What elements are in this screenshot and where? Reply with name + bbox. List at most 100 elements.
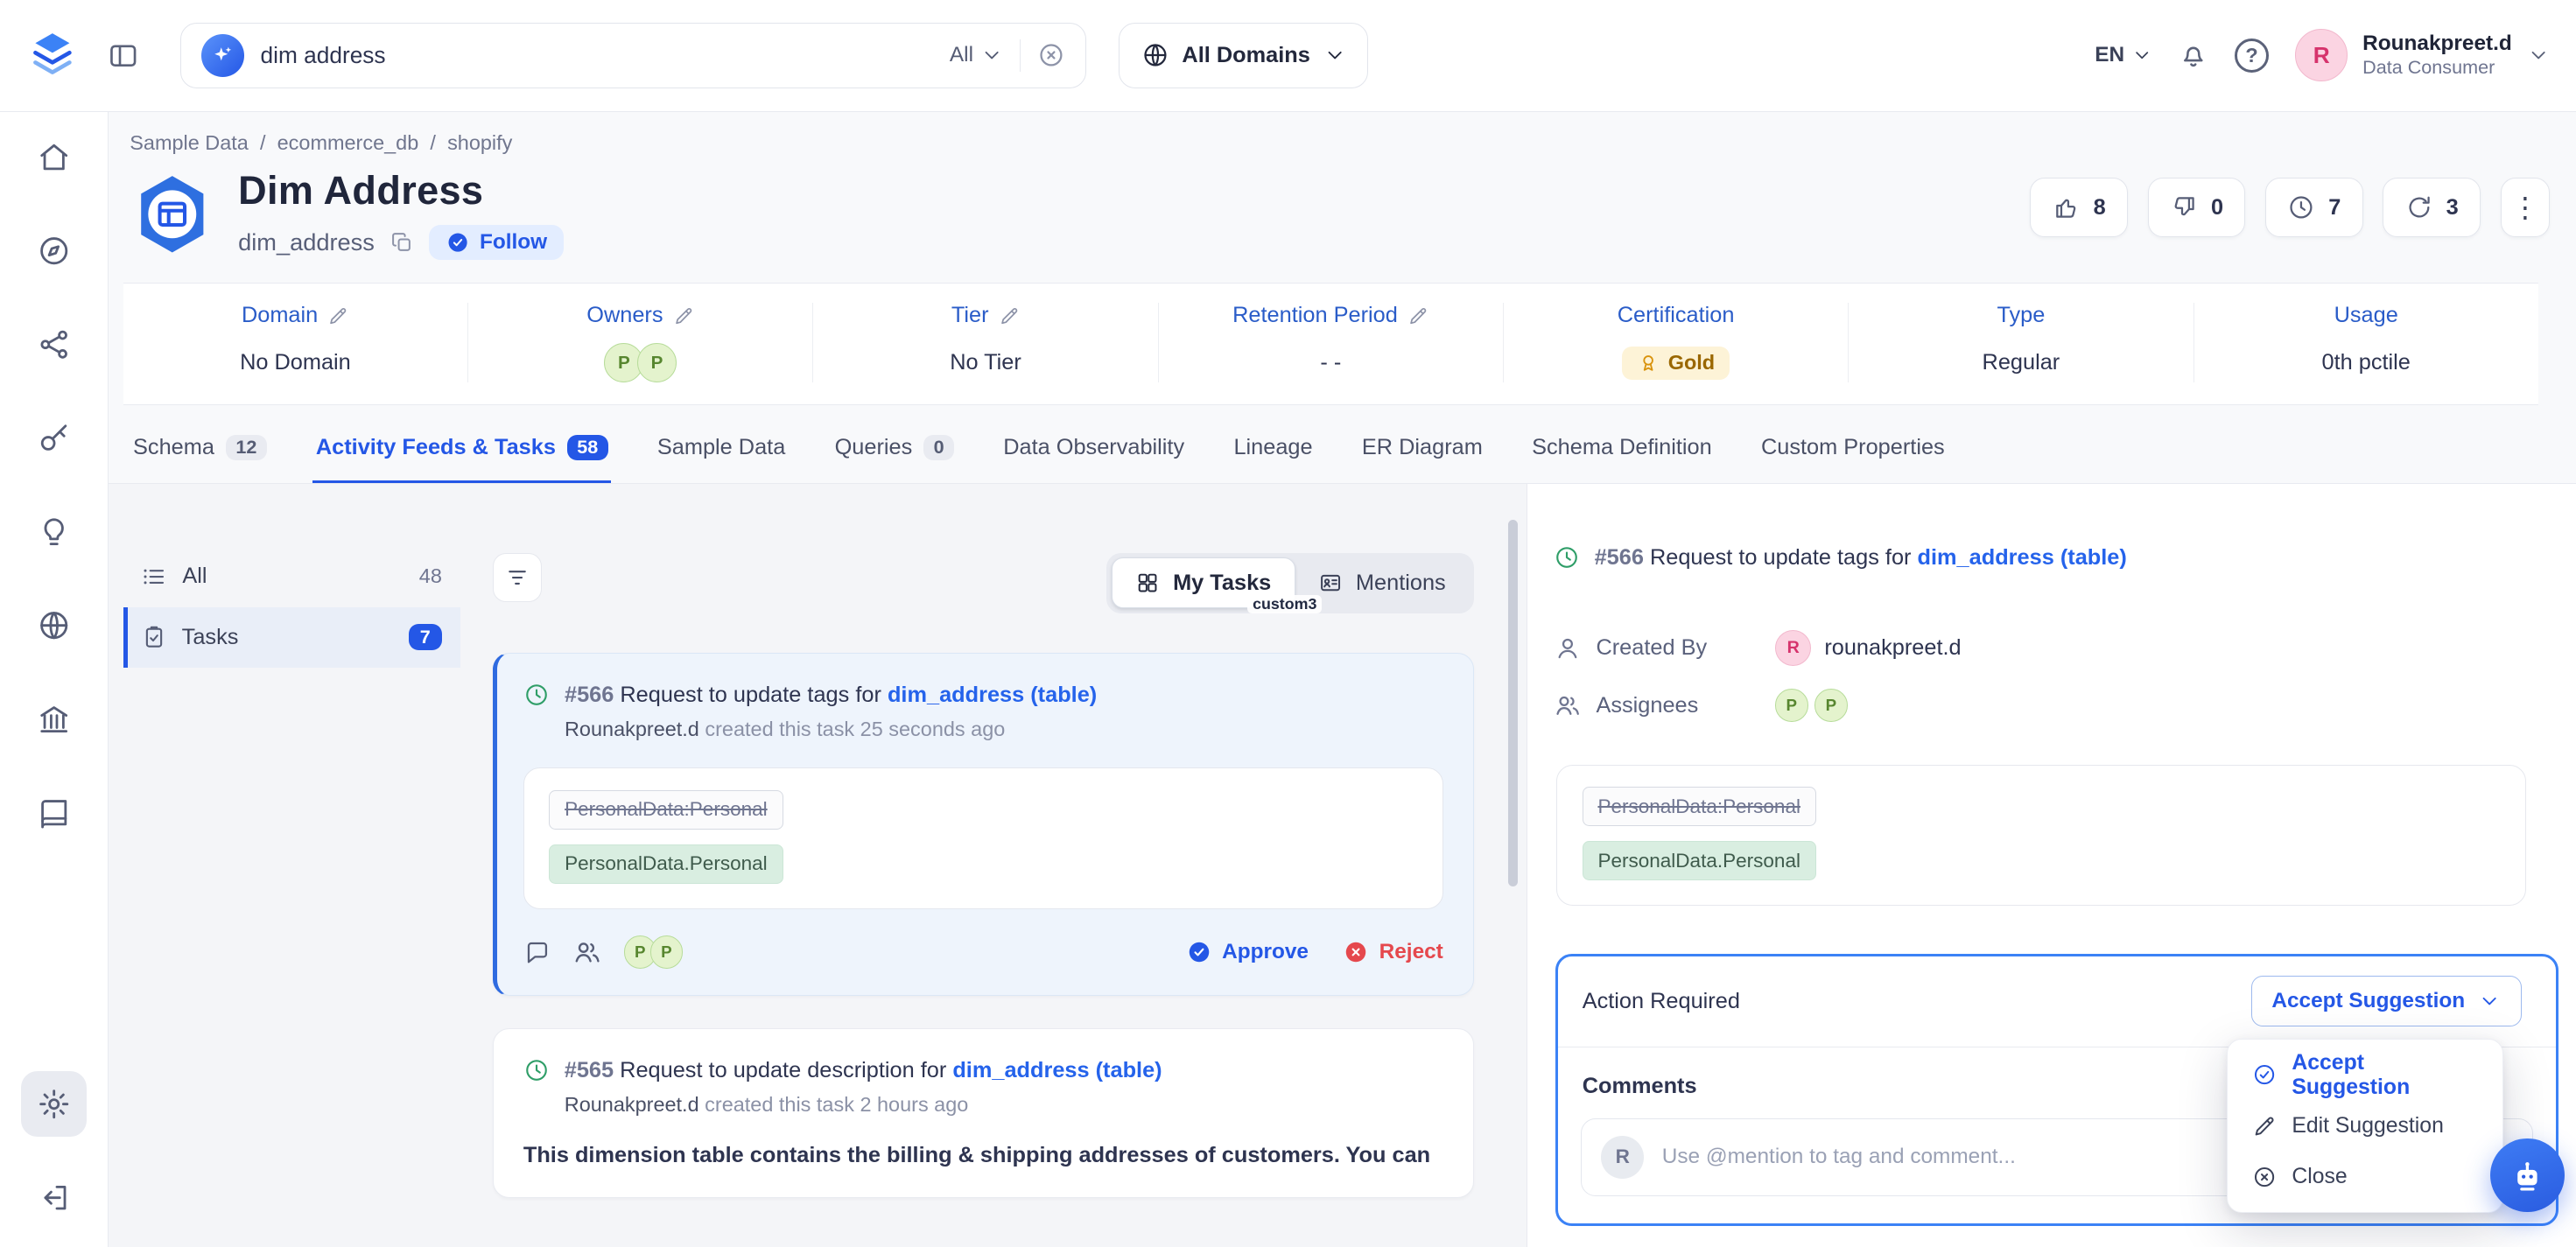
comment-icon[interactable]	[523, 938, 551, 966]
task-card-566[interactable]: #566 Request to update tags for dim_addr…	[493, 653, 1474, 995]
approve-button[interactable]: Approve	[1186, 939, 1309, 965]
nav-home-button[interactable]	[21, 125, 87, 191]
copy-name-icon[interactable]	[390, 230, 414, 255]
task-meta-text: created this task 2 hours ago	[705, 1093, 968, 1116]
nav-insights-button[interactable]	[21, 500, 87, 565]
task-asset-link[interactable]: dim_address (table)	[888, 683, 1097, 707]
created-by-row: Created By R rounakpreet.d	[1554, 630, 2537, 666]
detail-tag-change: PersonalData:Personal PersonalData.Perso…	[1556, 765, 2525, 907]
app-logo[interactable]	[23, 26, 82, 86]
global-search[interactable]: All	[180, 23, 1085, 88]
chat-assistant-button[interactable]	[2490, 1138, 2564, 1212]
tab-queries[interactable]: Queries0	[832, 431, 958, 483]
breadcrumb-shopify[interactable]: shopify	[447, 131, 512, 155]
nav-access-button[interactable]	[21, 406, 87, 472]
tab-badge: 12	[226, 435, 267, 461]
app-window: All All Domains EN ? R Rounakpreet.d Dat…	[0, 0, 2576, 1247]
domain-label: Domain	[242, 303, 318, 328]
main-area: Sample Data / ecommerce_db / shopify Dim…	[109, 112, 2576, 1247]
task-title: Request to update description for	[620, 1058, 946, 1082]
recent-activity-button[interactable]: 7	[2265, 178, 2363, 237]
retention-value: - -	[1320, 343, 1341, 382]
refresh-button[interactable]: 3	[2383, 178, 2481, 237]
pencil-icon	[2252, 1114, 2277, 1138]
domains-filter-dropdown[interactable]: All Domains	[1119, 23, 1368, 88]
assignees-icon[interactable]	[572, 937, 602, 967]
more-actions-button[interactable]: ⋮	[2501, 178, 2550, 237]
menu-edit-suggestion[interactable]: Edit Suggestion	[2237, 1101, 2492, 1152]
scrollbar-thumb[interactable]	[1508, 520, 1518, 886]
task-feed: My Tasks Mentions custom3	[474, 484, 1503, 1247]
edit-retention-icon[interactable]	[1407, 305, 1428, 326]
edit-tier-icon[interactable]	[999, 305, 1020, 326]
tab-badge: 0	[923, 435, 954, 461]
menu-accept-suggestion[interactable]: Accept Suggestion	[2237, 1049, 2492, 1100]
menu-close[interactable]: Close	[2237, 1152, 2492, 1202]
language-dropdown[interactable]: EN	[2095, 43, 2152, 67]
nav-governance-button[interactable]	[21, 686, 87, 752]
task-icon	[141, 624, 167, 650]
filter-all-count: 48	[419, 564, 442, 588]
tab-schema[interactable]: Schema12	[130, 431, 270, 483]
follow-button[interactable]: Follow	[429, 225, 564, 259]
reject-button[interactable]: Reject	[1343, 939, 1442, 965]
tab-data-observability[interactable]: Data Observability	[1000, 431, 1187, 483]
creator-avatar: R	[1775, 630, 1811, 666]
detail-asset-link[interactable]: dim_address (table)	[1918, 545, 2127, 570]
home-icon	[37, 140, 71, 174]
likes-button[interactable]: 8	[2030, 178, 2128, 237]
tab-lineage[interactable]: Lineage	[1231, 431, 1316, 483]
globe-icon	[1141, 41, 1169, 69]
breadcrumb-separator: /	[260, 131, 266, 155]
task-asset-link[interactable]: dim_address (table)	[952, 1058, 1162, 1082]
search-scope-dropdown[interactable]: All	[950, 43, 1003, 67]
meta-tier: Tier No Tier	[813, 303, 1158, 382]
tab-custom-properties[interactable]: Custom Properties	[1758, 431, 1948, 483]
help-button[interactable]: ?	[2235, 39, 2269, 73]
icon-rail	[0, 112, 109, 1247]
sidebar-toggle-button[interactable]	[99, 31, 148, 80]
likes-count: 8	[2094, 195, 2106, 221]
nav-domains-button[interactable]	[21, 592, 87, 658]
notifications-button[interactable]	[2169, 31, 2218, 80]
filter-all[interactable]: All 48	[123, 546, 460, 606]
refresh-count: 3	[2446, 195, 2459, 221]
filter-icon	[504, 564, 530, 591]
filter-all-label: All	[182, 564, 207, 589]
breadcrumb-ecommerce-db[interactable]: ecommerce_db	[277, 131, 419, 155]
x-circle-icon	[1343, 939, 1369, 965]
edit-domain-icon[interactable]	[327, 305, 348, 326]
nav-settings-button[interactable]	[21, 1071, 87, 1137]
clear-search-icon[interactable]	[1037, 41, 1065, 69]
tab-schema-definition[interactable]: Schema Definition	[1528, 431, 1715, 483]
filter-tasks[interactable]: Tasks 7	[123, 607, 460, 668]
nav-logout-button[interactable]	[21, 1165, 87, 1230]
user-menu[interactable]: R Rounakpreet.d Data Consumer	[2295, 29, 2550, 81]
task-card-565[interactable]: #565 Request to update description for d…	[493, 1028, 1474, 1198]
thumbs-down-icon	[2170, 193, 2198, 221]
owner-avatar[interactable]: P	[637, 343, 677, 382]
lightbulb-icon	[37, 515, 71, 549]
meta-owners: Owners P P	[468, 303, 813, 382]
detail-task-title: Request to update tags for	[1650, 545, 1912, 570]
nav-glossary-button[interactable]	[21, 780, 87, 845]
tab-activity-feeds-tasks[interactable]: Activity Feeds & Tasks58	[312, 431, 611, 483]
nav-lineage-button[interactable]	[21, 312, 87, 378]
certification-label: Certification	[1618, 303, 1735, 328]
usage-value: 0th pctile	[2322, 343, 2411, 382]
clock-icon	[2287, 193, 2315, 221]
tab-sample-data[interactable]: Sample Data	[654, 431, 789, 483]
accept-suggestion-dropdown-button[interactable]: Accept Suggestion	[2251, 976, 2522, 1026]
tab-er-diagram[interactable]: ER Diagram	[1358, 431, 1485, 483]
breadcrumb-sample-data[interactable]: Sample Data	[130, 131, 249, 155]
feed-scrollbar	[1503, 484, 1526, 1247]
task-detail-panel: #566 Request to update tags for dim_addr…	[1527, 484, 2576, 1247]
nav-discover-button[interactable]	[21, 219, 87, 284]
feed-filter-button[interactable]	[493, 553, 542, 602]
dislikes-button[interactable]: 0	[2148, 178, 2246, 237]
user-name: Rounakpreet.d	[2362, 32, 2512, 56]
chevron-down-icon	[2527, 44, 2550, 67]
check-circle-icon	[2252, 1062, 2277, 1087]
edit-owners-icon[interactable]	[673, 305, 694, 326]
search-input[interactable]	[261, 42, 934, 69]
